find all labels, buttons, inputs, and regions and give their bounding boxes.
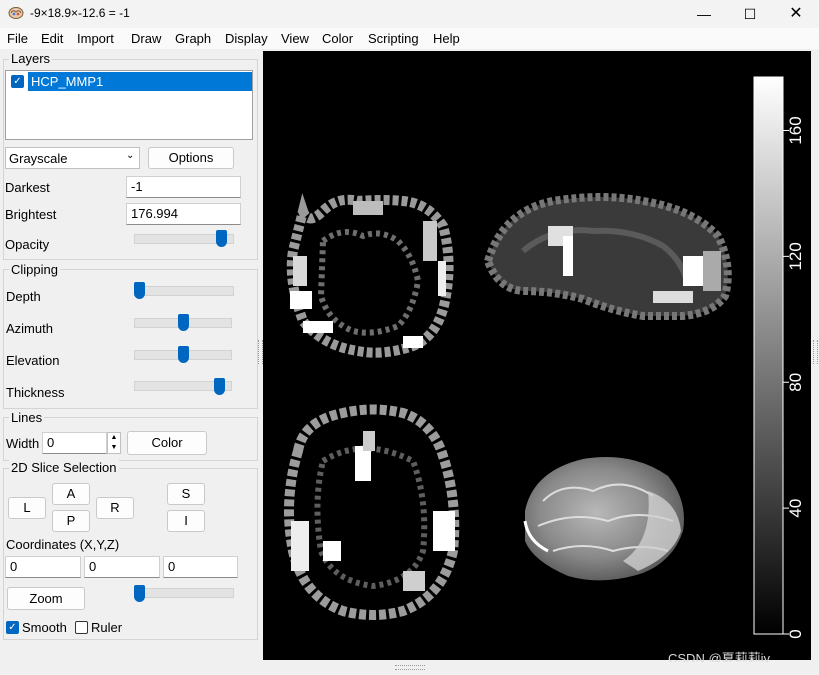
- right-splitter[interactable]: [813, 340, 818, 364]
- window-title: -9×18.9×-12.6 = -1: [30, 6, 130, 20]
- close-icon: ✕: [789, 5, 803, 22]
- slice-right-button[interactable]: R: [96, 497, 134, 519]
- slice-inferior-button[interactable]: I: [167, 510, 205, 532]
- zoom-slider-thumb[interactable]: [134, 585, 145, 602]
- spin-up-icon[interactable]: ▲: [108, 433, 120, 443]
- colorbar-ticks: 0 40 80 120 160: [783, 116, 805, 639]
- minimize-icon: —: [697, 6, 711, 22]
- depth-label: Depth: [6, 289, 41, 304]
- brain-rendering: 0 40 80 120 160: [284, 76, 805, 639]
- coordinates-label: Coordinates (X,Y,Z): [6, 537, 120, 552]
- slice-anterior-button[interactable]: A: [52, 483, 90, 505]
- coord-z-input[interactable]: 0: [163, 556, 238, 578]
- check-icon: ✓: [13, 76, 22, 87]
- menu-bar: File Edit Import Draw Graph Display View…: [0, 28, 819, 49]
- menu-import[interactable]: Import: [77, 31, 114, 46]
- azimuth-slider-thumb[interactable]: [177, 314, 189, 331]
- depth-slider[interactable]: [134, 286, 234, 296]
- colormap-selected: Grayscale: [9, 151, 68, 166]
- colorbar: 0 40 80 120 160: [753, 76, 805, 639]
- width-label: Width: [6, 436, 40, 451]
- layers-label: Layers: [9, 51, 53, 66]
- menu-draw[interactable]: Draw: [131, 31, 161, 46]
- bottom-splitter[interactable]: [395, 665, 425, 670]
- maximize-icon: ☐: [743, 6, 757, 22]
- smooth-label: Smooth: [22, 620, 67, 635]
- chevron-down-icon: ⌄: [126, 150, 135, 161]
- menu-file[interactable]: File: [7, 31, 28, 46]
- coord-y-input[interactable]: 0: [84, 556, 160, 578]
- azimuth-label: Azimuth: [6, 321, 53, 336]
- width-input[interactable]: 0: [42, 432, 107, 454]
- width-spinner[interactable]: ▲ ▼: [107, 432, 121, 454]
- layer-list[interactable]: ✓ HCP_MMP1: [5, 70, 253, 140]
- brightest-input[interactable]: 176.994: [126, 203, 241, 225]
- line-color-button[interactable]: Color: [127, 431, 207, 455]
- colorbar-tick-label: 120: [786, 242, 805, 270]
- layer-name: HCP_MMP1: [31, 74, 104, 89]
- colorbar-tick-label: 80: [786, 373, 805, 392]
- brain-3d-render: [523, 457, 684, 581]
- spin-down-icon[interactable]: ▼: [108, 443, 120, 453]
- depth-slider-thumb[interactable]: [134, 282, 145, 299]
- slice-left-button[interactable]: L: [8, 497, 46, 519]
- ruler-label: Ruler: [91, 620, 123, 635]
- check-icon: ✓: [8, 622, 17, 633]
- axial-slice: [284, 404, 460, 620]
- menu-help[interactable]: Help: [433, 31, 460, 46]
- slice-superior-button[interactable]: S: [167, 483, 205, 505]
- options-button[interactable]: Options: [148, 147, 234, 169]
- colorbar-tick-label: 0: [786, 629, 805, 638]
- clipping-label: Clipping: [9, 262, 60, 277]
- minimize-button[interactable]: —: [681, 0, 727, 28]
- coord-x-input[interactable]: 0: [5, 556, 81, 578]
- menu-color[interactable]: Color: [322, 31, 353, 46]
- sagittal-slice: [483, 193, 732, 320]
- menu-edit[interactable]: Edit: [41, 31, 63, 46]
- thickness-slider-thumb[interactable]: [214, 378, 226, 395]
- brightest-label: Brightest: [5, 207, 57, 222]
- darkest-input[interactable]: -1: [126, 176, 241, 198]
- lines-label: Lines: [9, 410, 45, 425]
- menu-scripting[interactable]: Scripting: [368, 31, 419, 46]
- coronal-slice: [286, 193, 454, 358]
- elevation-label: Elevation: [6, 353, 60, 368]
- colorbar-tick-label: 160: [786, 116, 805, 144]
- smooth-checkbox[interactable]: ✓: [6, 621, 19, 634]
- brain-viewer-canvas[interactable]: 0 40 80 120 160: [263, 51, 811, 660]
- title-bar: -9×18.9×-12.6 = -1 — ☐ ✕: [0, 0, 819, 28]
- ruler-checkbox[interactable]: [75, 621, 88, 634]
- thickness-label: Thickness: [6, 385, 65, 400]
- zoom-button[interactable]: Zoom: [7, 587, 85, 610]
- menu-graph[interactable]: Graph: [175, 31, 211, 46]
- zoom-slider[interactable]: [134, 588, 234, 598]
- elevation-slider-thumb[interactable]: [177, 346, 189, 363]
- opacity-slider-thumb[interactable]: [215, 230, 227, 247]
- colormap-select[interactable]: Grayscale ⌄: [5, 147, 140, 169]
- maximize-button[interactable]: ☐: [727, 0, 773, 28]
- darkest-label: Darkest: [5, 180, 50, 195]
- status-bar: [0, 662, 819, 675]
- layer-visible-checkbox[interactable]: ✓: [11, 75, 24, 88]
- slice-label: 2D Slice Selection: [9, 460, 119, 475]
- colorbar-tick-label: 40: [786, 499, 805, 518]
- slice-posterior-button[interactable]: P: [52, 510, 90, 532]
- menu-display[interactable]: Display: [225, 31, 268, 46]
- close-button[interactable]: ✕: [773, 0, 819, 28]
- menu-view[interactable]: View: [281, 31, 309, 46]
- app-brain-icon: [8, 7, 24, 19]
- opacity-label: Opacity: [5, 237, 50, 252]
- slice-group: [3, 468, 258, 640]
